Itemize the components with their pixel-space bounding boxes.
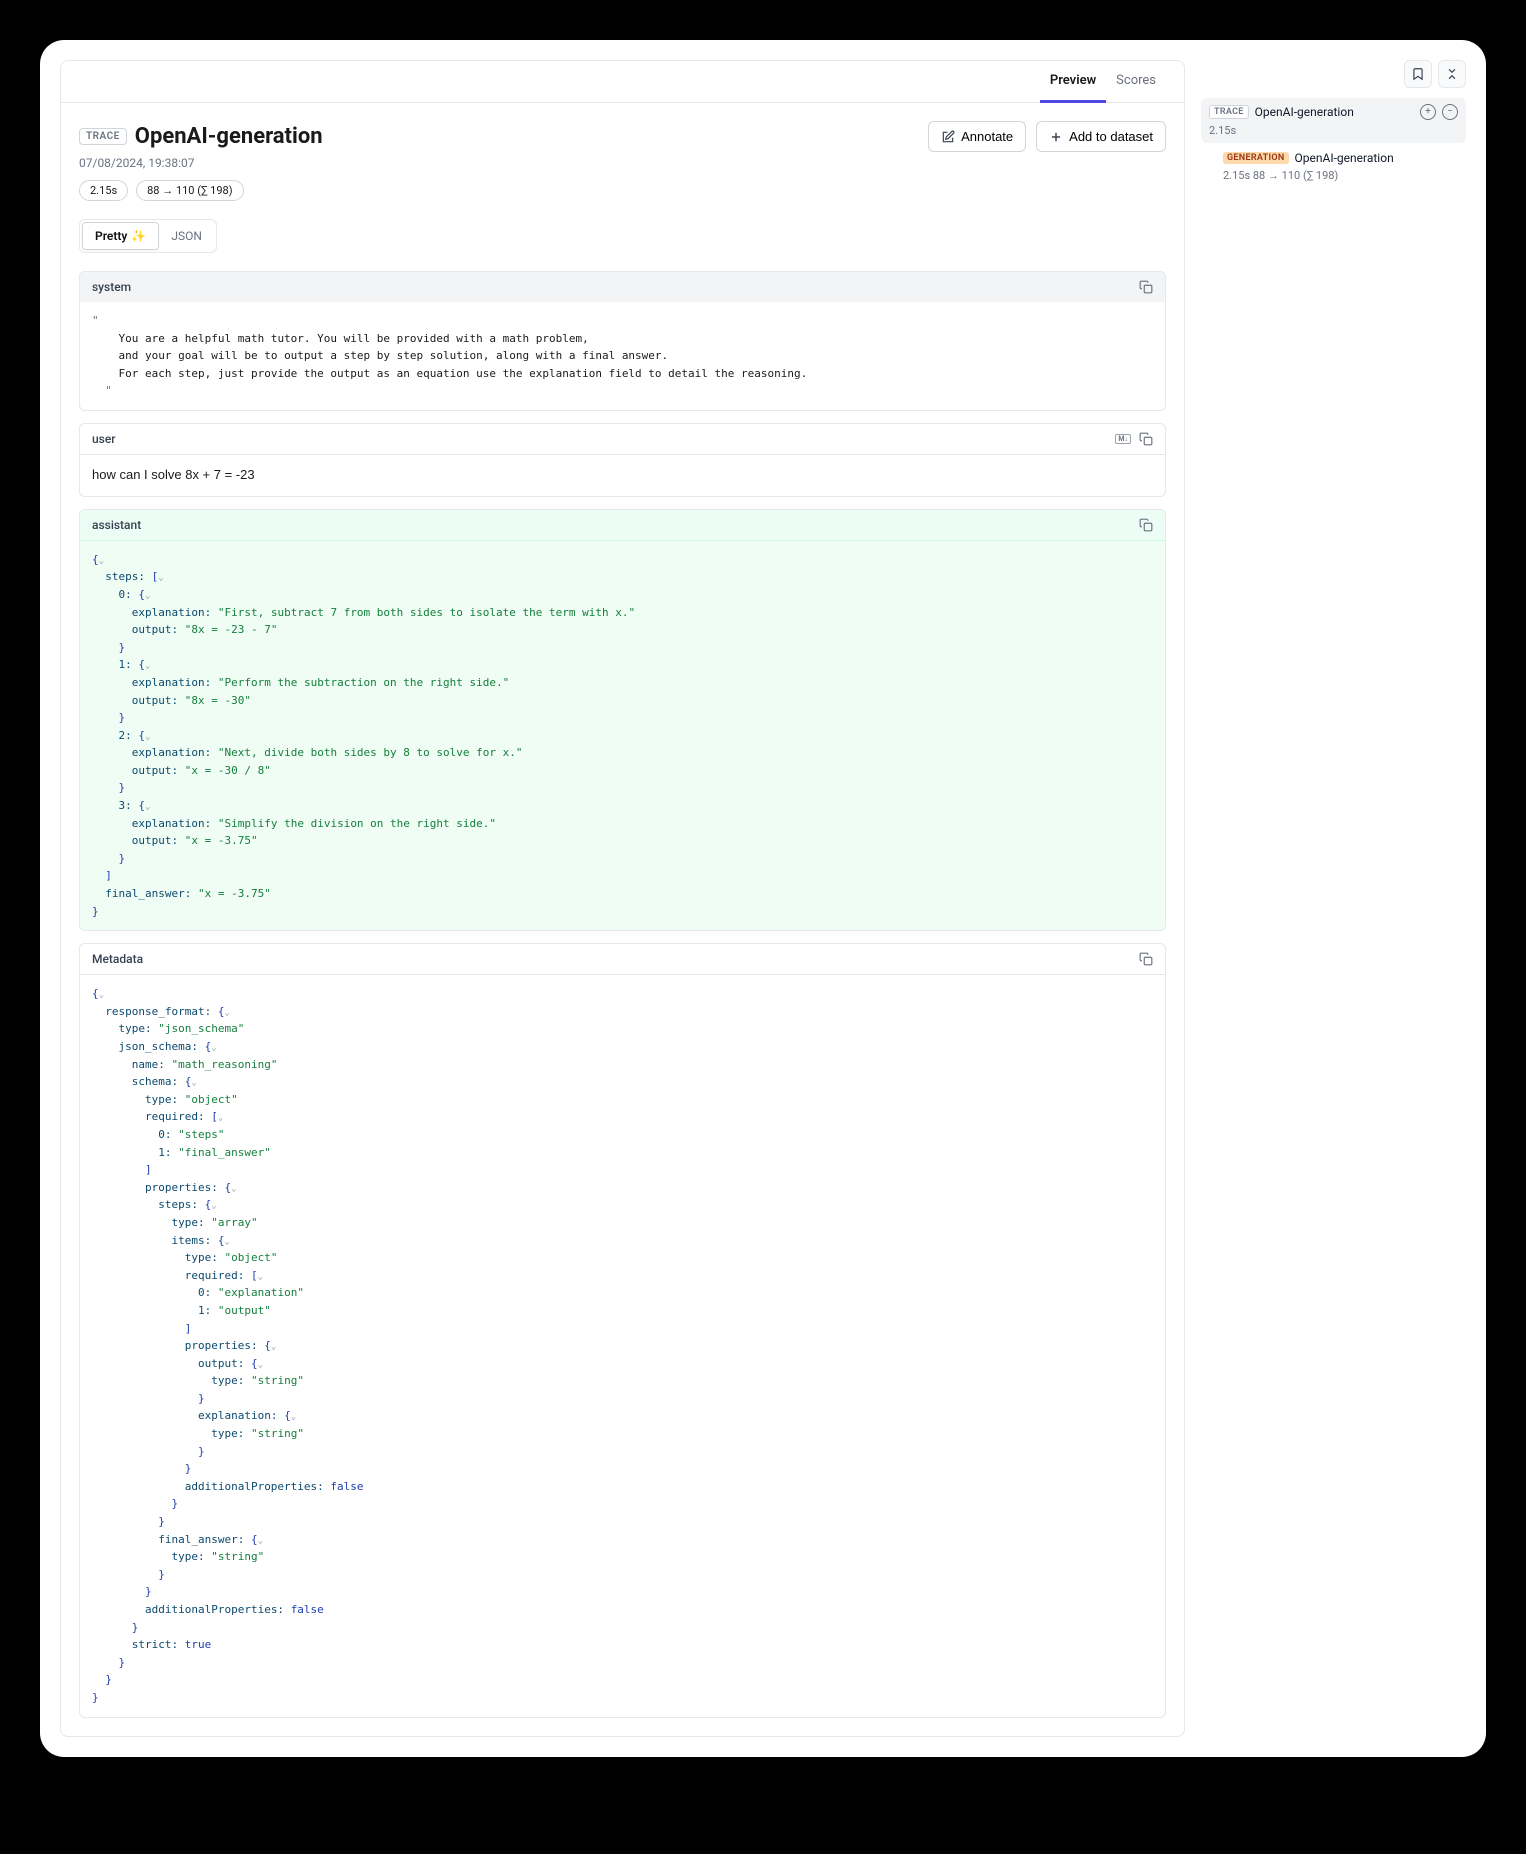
metadata-body: {⌄ response_format: {⌄ type: "json_schem… — [80, 975, 1165, 1716]
step3-out: x = -3.75 — [191, 834, 251, 847]
ireq0: explanation — [224, 1286, 297, 1299]
out-type: string — [258, 1374, 298, 1387]
addl1: false — [330, 1480, 363, 1493]
side-trace-name: OpenAI-generation — [1255, 105, 1354, 119]
system-body: " You are a helpful math tutor. You will… — [80, 302, 1165, 410]
assistant-head: assistant — [80, 510, 1165, 541]
side-trace-badge: TRACE — [1209, 105, 1249, 119]
annotate-label: Annotate — [961, 129, 1013, 144]
fa-type: string — [218, 1550, 258, 1563]
header: TRACE OpenAI-generation Annotate Add to … — [61, 103, 1184, 201]
side-gen-item[interactable]: GENERATION OpenAI-generation 2.15s 88 → … — [1215, 145, 1466, 188]
copy-icon[interactable] — [1139, 432, 1153, 446]
step0-out: 8x = -23 - 7 — [191, 623, 270, 636]
exp-type: string — [258, 1427, 298, 1440]
side-gen-meta: 2.15s 88 → 110 (∑ 198) — [1223, 169, 1458, 182]
add-to-dataset-button[interactable]: Add to dataset — [1036, 121, 1166, 152]
schema-name: math_reasoning — [178, 1058, 271, 1071]
user-card: user M↓ how can I solve 8x + 7 = -23 — [79, 423, 1166, 497]
step2-exp: Next, divide both sides by 8 to solve fo… — [224, 746, 515, 759]
final-answer: x = -3.75 — [205, 887, 265, 900]
system-label: system — [92, 280, 131, 294]
step1-exp: Perform the subtraction on the right sid… — [224, 676, 502, 689]
tokens-pill: 88 → 110 (∑ 198) — [136, 180, 243, 201]
plus-icon — [1049, 130, 1063, 144]
rf-type: json_schema — [165, 1022, 238, 1035]
metadata-head: Metadata — [80, 944, 1165, 975]
user-label: user — [92, 432, 116, 446]
user-head: user M↓ — [80, 424, 1165, 455]
actions: Annotate Add to dataset — [928, 121, 1166, 152]
copy-icon[interactable] — [1139, 280, 1153, 294]
plus-circle-icon[interactable]: + — [1420, 104, 1436, 120]
bookmark-icon — [1411, 67, 1425, 81]
assistant-label: assistant — [92, 518, 141, 532]
add-to-dataset-label: Add to dataset — [1069, 129, 1153, 144]
trace-badge: TRACE — [79, 128, 127, 145]
system-line3: For each step, just provide the output a… — [119, 367, 808, 380]
sparkle-icon: ✨ — [131, 229, 146, 243]
view-pretty[interactable]: Pretty ✨ — [82, 222, 159, 250]
assistant-body: {⌄ steps: [⌄ 0: {⌄ explanation: "First, … — [80, 541, 1165, 930]
ireq1: output — [224, 1304, 264, 1317]
system-line2: and your goal will be to output a step b… — [119, 349, 669, 362]
markdown-icon[interactable]: M↓ — [1115, 434, 1131, 444]
req0: steps — [185, 1128, 218, 1141]
latency-pill: 2.15s — [79, 180, 128, 201]
view-json[interactable]: JSON — [159, 222, 214, 250]
req1: final_answer — [185, 1146, 264, 1159]
minus-circle-icon[interactable]: − — [1442, 104, 1458, 120]
system-card: system " You are a helpful math tutor. Y… — [79, 271, 1166, 411]
items-type: object — [231, 1251, 271, 1264]
page-title: OpenAI-generation — [135, 124, 323, 149]
schema-type: object — [191, 1093, 231, 1106]
title-left: TRACE OpenAI-generation — [79, 124, 323, 149]
app-frame: Preview Scores TRACE OpenAI-generation A… — [40, 40, 1486, 1757]
metadata-label: Metadata — [92, 952, 143, 966]
title-row: TRACE OpenAI-generation Annotate Add to … — [79, 121, 1166, 152]
pills: 2.15s 88 → 110 (∑ 198) — [79, 180, 1166, 201]
side-gen-name: OpenAI-generation — [1295, 151, 1394, 165]
metadata-card: Metadata {⌄ response_format: {⌄ type: "j… — [79, 943, 1166, 1717]
user-body: how can I solve 8x + 7 = -23 — [80, 455, 1165, 496]
strict: true — [185, 1638, 212, 1651]
tabs: Preview Scores — [61, 61, 1184, 103]
copy-icon[interactable] — [1139, 952, 1153, 966]
steps-type: array — [218, 1216, 251, 1229]
collapse-button[interactable] — [1438, 60, 1466, 88]
side-gen-badge: GENERATION — [1223, 152, 1289, 164]
side-trace-item[interactable]: TRACE OpenAI-generation + − 2.15s — [1201, 98, 1466, 143]
step3-exp: Simplify the division on the right side. — [224, 817, 489, 830]
system-head: system — [80, 272, 1165, 302]
copy-icon[interactable] — [1139, 518, 1153, 532]
annotate-button[interactable]: Annotate — [928, 121, 1026, 152]
tab-scores[interactable]: Scores — [1106, 61, 1166, 102]
side-top — [1201, 60, 1466, 88]
step0-exp: First, subtract 7 from both sides to iso… — [224, 606, 628, 619]
edit-icon — [941, 130, 955, 144]
addl2: false — [291, 1603, 324, 1616]
collapse-icon — [1445, 67, 1459, 81]
main-panel: Preview Scores TRACE OpenAI-generation A… — [60, 60, 1185, 1737]
assistant-card: assistant {⌄ steps: [⌄ 0: {⌄ explanation… — [79, 509, 1166, 931]
view-toggle: Pretty ✨ JSON — [79, 219, 217, 253]
side-panel: TRACE OpenAI-generation + − 2.15s GENERA… — [1201, 60, 1466, 1737]
tab-preview[interactable]: Preview — [1040, 61, 1106, 103]
timestamp: 07/08/2024, 19:38:07 — [79, 156, 1166, 170]
bookmark-button[interactable] — [1404, 60, 1432, 88]
step2-out: x = -30 / 8 — [191, 764, 264, 777]
side-trace-meta: 2.15s — [1209, 124, 1458, 137]
view-pretty-label: Pretty — [95, 229, 127, 243]
step1-out: 8x = -30 — [191, 694, 244, 707]
cards: system " You are a helpful math tutor. Y… — [61, 271, 1184, 1736]
system-line1: You are a helpful math tutor. You will b… — [119, 332, 589, 345]
